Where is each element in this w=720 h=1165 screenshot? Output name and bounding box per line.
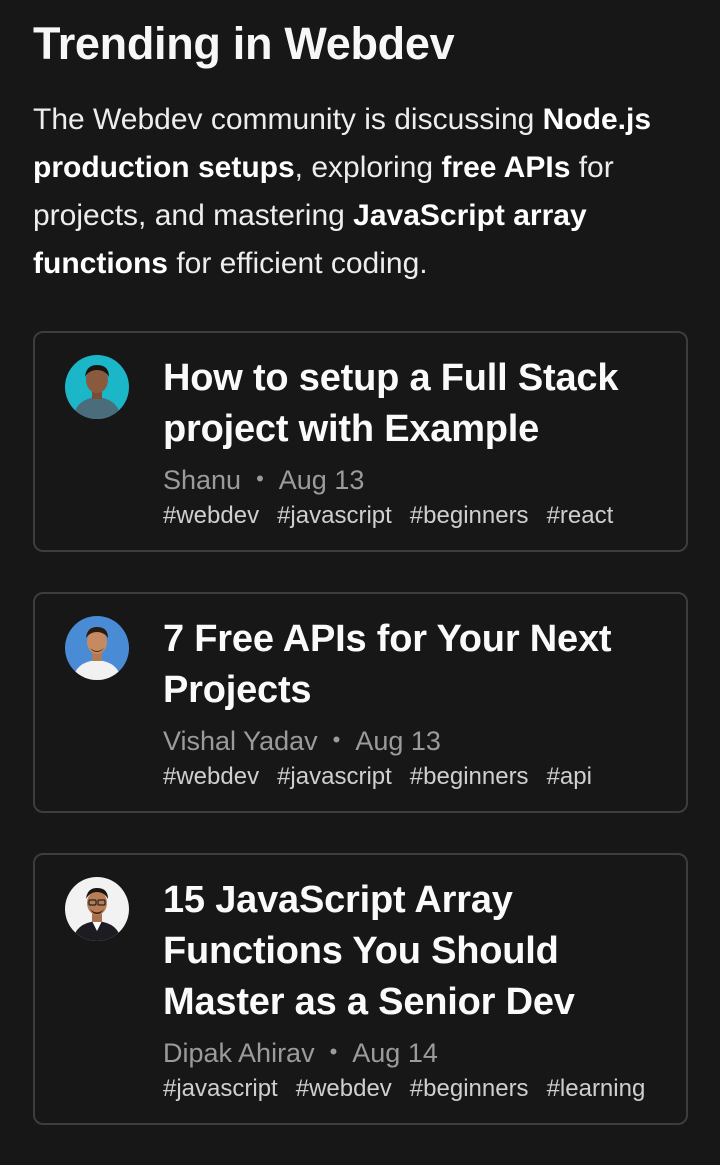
post-tag[interactable]: #javascript <box>277 502 392 530</box>
post-author[interactable]: Dipak Ahirav <box>163 1038 315 1068</box>
user-avatar-icon[interactable] <box>65 877 129 941</box>
post-tag[interactable]: #webdev <box>296 1075 392 1103</box>
post-tag[interactable]: #javascript <box>277 763 392 791</box>
section-title: Trending in Webdev <box>33 18 455 69</box>
post-tag[interactable]: #react <box>547 502 614 530</box>
post-card[interactable]: How to setup a Full Stack project with E… <box>33 331 688 552</box>
post-tag[interactable]: #webdev <box>163 502 259 530</box>
post-card[interactable]: 15 JavaScript Array Functions You Should… <box>33 853 688 1125</box>
post-tag[interactable]: #beginners <box>410 1075 529 1103</box>
post-author[interactable]: Vishal Yadav <box>163 726 318 756</box>
post-meta: Vishal Yadav • Aug 13 <box>163 725 666 759</box>
post-meta: Shanu • Aug 13 <box>163 464 666 498</box>
user-avatar-icon[interactable] <box>65 616 129 680</box>
meta-separator: • <box>329 1039 338 1064</box>
post-tag[interactable]: #javascript <box>163 1075 278 1103</box>
meta-separator: • <box>332 727 341 752</box>
post-tag[interactable]: #webdev <box>163 763 259 791</box>
post-author[interactable]: Shanu <box>163 465 241 495</box>
post-card[interactable]: 7 Free APIs for Your Next Projects Visha… <box>33 592 688 813</box>
post-date: Aug 14 <box>352 1038 438 1068</box>
post-title[interactable]: 15 JavaScript Array Functions You Should… <box>163 875 666 1028</box>
post-list: How to setup a Full Stack project with E… <box>33 331 688 1125</box>
post-tags: #javascript #webdev #beginners #learning <box>163 1075 666 1103</box>
post-title[interactable]: How to setup a Full Stack project with E… <box>163 353 666 455</box>
post-tag[interactable]: #beginners <box>410 502 529 530</box>
post-tags: #webdev #javascript #beginners #react <box>163 502 666 530</box>
post-title[interactable]: 7 Free APIs for Your Next Projects <box>163 614 666 716</box>
section-summary: The Webdev community is discussing Node.… <box>33 103 652 280</box>
post-tag[interactable]: #beginners <box>410 763 529 791</box>
post-date: Aug 13 <box>278 465 365 495</box>
post-tags: #webdev #javascript #beginners #api <box>163 763 666 791</box>
meta-separator: • <box>256 466 264 491</box>
user-avatar-icon[interactable] <box>65 355 129 419</box>
trending-section: Trending in Webdev The Webdev community … <box>0 0 720 1125</box>
post-tag[interactable]: #api <box>547 763 592 791</box>
post-tag[interactable]: #learning <box>547 1075 646 1103</box>
post-meta: Dipak Ahirav • Aug 14 <box>163 1037 666 1071</box>
post-date: Aug 13 <box>355 726 441 756</box>
